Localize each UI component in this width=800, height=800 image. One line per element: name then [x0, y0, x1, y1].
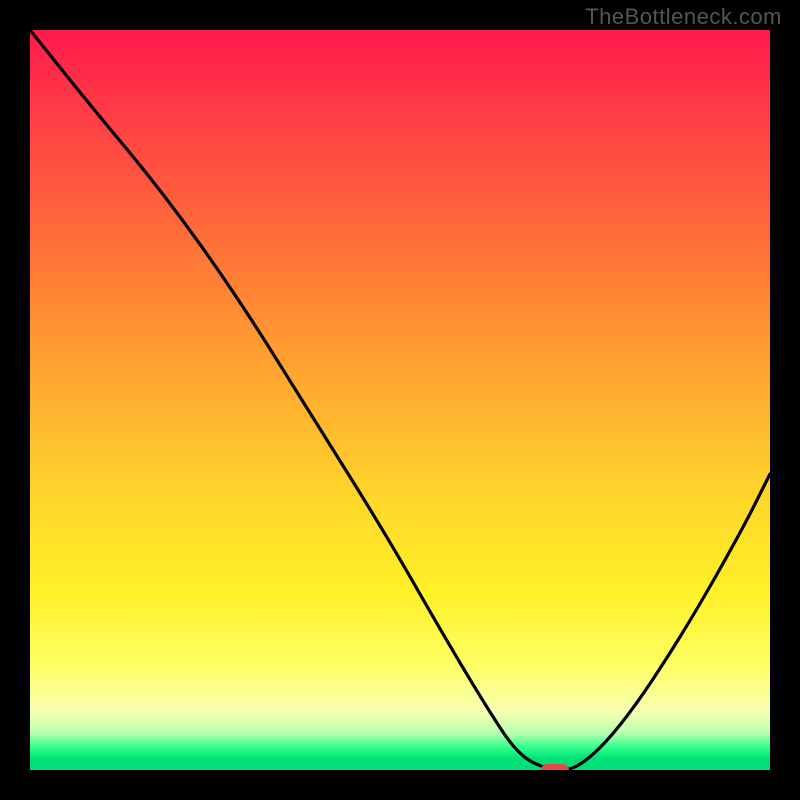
chart-frame: TheBottleneck.com — [0, 0, 800, 800]
optimal-point-marker — [541, 764, 569, 770]
plot-area — [30, 30, 770, 770]
watermark-text: TheBottleneck.com — [585, 4, 782, 30]
curve-svg — [30, 30, 770, 770]
bottleneck-curve — [30, 30, 770, 770]
